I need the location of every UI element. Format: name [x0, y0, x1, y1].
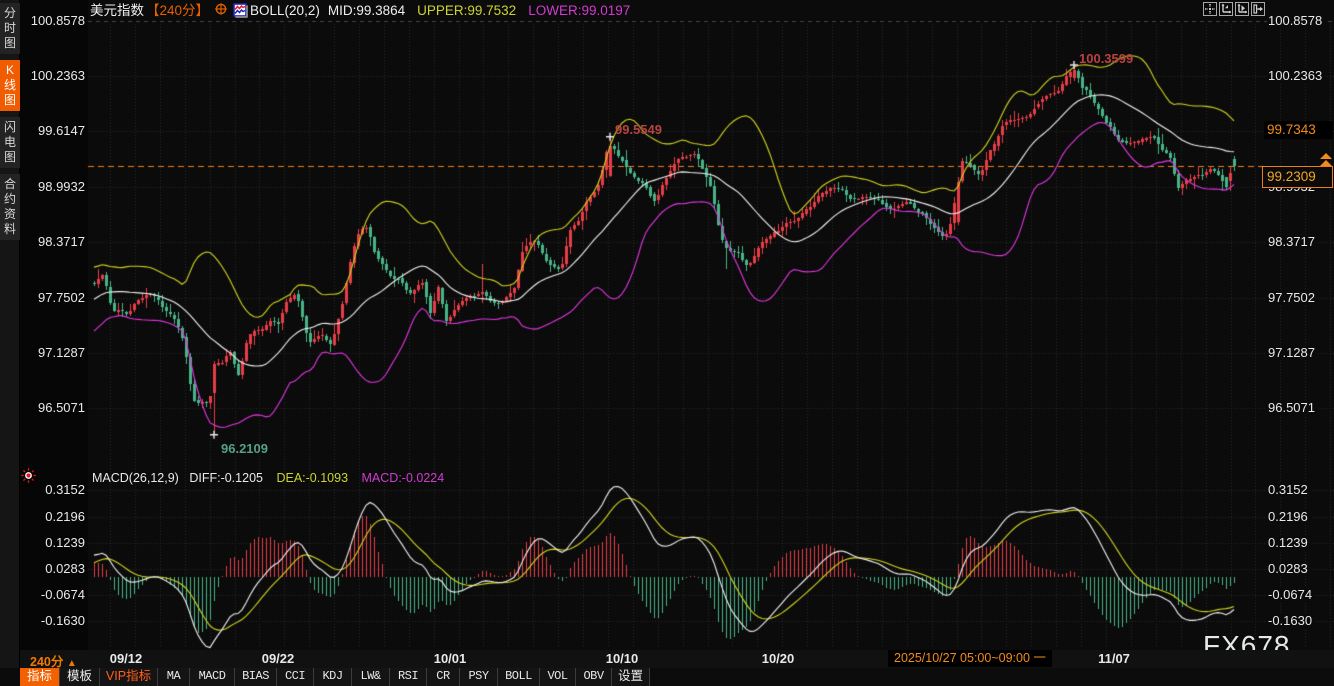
- time-tick-label: 09/12: [110, 651, 143, 666]
- price-tick-label: 98.3717: [19, 235, 85, 249]
- time-tick-label: 11/07: [1098, 651, 1130, 666]
- time-tick-label: 10/10: [606, 651, 639, 666]
- time-tick-label: 10/20: [762, 651, 795, 666]
- price-tick-label: 97.7502: [1267, 291, 1318, 305]
- study-label: BOLL(20,2): [250, 3, 320, 18]
- price-tick-label: 98.9932: [19, 180, 85, 194]
- price-tick-label: 97.1287: [19, 346, 85, 360]
- sidebar-tab-char: 图: [0, 93, 20, 108]
- macd-tick-label: 0.1239: [1267, 536, 1311, 550]
- toolbar-button-boll[interactable]: BOLL: [498, 668, 540, 686]
- sidebar-tab-char: 图: [0, 150, 20, 165]
- sidebar-tab-flash-chart[interactable]: 闪电图: [0, 117, 20, 168]
- swing-high-label-2: 100.3599: [1079, 51, 1133, 66]
- sidebar-tab-char: 图: [0, 36, 20, 51]
- macd-name: MACD(26,12,9): [92, 471, 179, 485]
- price-tick-label: 100.2363: [1267, 69, 1325, 83]
- macd-dea-value: DEA:-0.1093: [276, 471, 348, 485]
- candlestick-chart-canvas[interactable]: [0, 0, 1334, 686]
- sidebar-tab-char: 合: [0, 177, 20, 192]
- price-tick-label: 100.2363: [19, 69, 85, 83]
- crosshair-datetime-readout: 2025/10/27 05:00~09:00 一: [888, 650, 1052, 667]
- macd-tick-label: -0.0674: [1267, 588, 1315, 602]
- toolbar-button-bias[interactable]: BIAS: [235, 668, 277, 686]
- swing-low-label: 96.2109: [221, 441, 268, 456]
- chart-type-sidebar: 分时图K线图闪电图合约资料: [0, 0, 20, 668]
- toolbar-button-macd[interactable]: MACD: [190, 668, 235, 686]
- price-tick-label: 97.1287: [1267, 346, 1318, 360]
- macd-tick-label: 0.0283: [19, 562, 85, 576]
- sidebar-tab-char: 电: [0, 135, 20, 150]
- macd-header: MACD(26,12,9) DIFF:-0.1205 DEA:-0.1093 M…: [92, 471, 444, 485]
- boll-mid-value: MID:99.3864: [328, 3, 405, 18]
- toolbar-button-psy[interactable]: PSY: [460, 668, 498, 686]
- sidebar-tab-char: 线: [0, 78, 20, 93]
- time-axis-row: 240分 ▲ 09/1209/2210/0110/1010/2011/07 20…: [20, 650, 1334, 668]
- macd-diff-value: DIFF:-0.1205: [189, 471, 263, 485]
- period-label-text: 240分: [30, 655, 63, 669]
- toolbar-button-obv[interactable]: OBV: [576, 668, 612, 686]
- toolbar-button-[interactable]: 模板: [60, 668, 100, 686]
- price-tick-label: 97.7502: [19, 291, 85, 305]
- macd-tick-label: 0.3152: [1267, 483, 1311, 497]
- sidebar-tab-char: K: [0, 63, 20, 78]
- toolbar-button-vol[interactable]: VOL: [540, 668, 576, 686]
- toolbar-button-[interactable]: 设置: [612, 668, 650, 686]
- zoom-in-x-icon[interactable]: [1235, 2, 1249, 16]
- toolbar-button-lw[interactable]: LW&: [352, 668, 390, 686]
- sidebar-tab-candlestick-chart[interactable]: K线图: [0, 60, 20, 111]
- sidebar-tab-char: 闪: [0, 120, 20, 135]
- toolbar-button-[interactable]: 指标: [20, 668, 60, 686]
- upper-band-price-badge: 99.7343: [1264, 121, 1333, 139]
- crosshair-tool-icon[interactable]: [1203, 2, 1217, 16]
- boll-lower-value: LOWER:99.0197: [528, 3, 630, 18]
- period-badge: 【240分】: [146, 3, 209, 18]
- toolbar-button-rsi[interactable]: RSI: [390, 668, 427, 686]
- toolbar-button-cr[interactable]: CR: [427, 668, 460, 686]
- mini-chart-icon[interactable]: [233, 3, 248, 22]
- toolbar-button-vip[interactable]: VIP指标: [100, 668, 158, 686]
- chart-title-bar: 美元指数【240分】 BOLL(20,2) MID:99.3864 UPPER:99.…: [90, 3, 630, 19]
- price-tick-label: 96.5071: [19, 401, 85, 415]
- sidebar-tab-time-chart[interactable]: 分时图: [0, 3, 20, 54]
- hotspot-sun-icon[interactable]: [21, 468, 36, 488]
- target-icon[interactable]: [215, 3, 227, 19]
- symbol-name: 美元指数: [90, 3, 144, 18]
- price-tick-label: 100.8578: [1267, 14, 1325, 28]
- go-to-latest-icon[interactable]: [1251, 2, 1265, 16]
- sidebar-tab-char: 资: [0, 207, 20, 222]
- sidebar-tab-char: 时: [0, 21, 20, 36]
- toolbar-button-kdj[interactable]: KDJ: [314, 668, 352, 686]
- sidebar-tab-contract-info[interactable]: 合约资料: [0, 174, 20, 240]
- sidebar-tab-char: 料: [0, 222, 20, 237]
- price-tick-label: 96.5071: [1267, 401, 1318, 415]
- macd-bar-value: MACD:-0.0224: [362, 471, 445, 485]
- macd-tick-label: -0.1630: [1267, 614, 1315, 628]
- sidebar-tab-char: 分: [0, 6, 20, 21]
- macd-tick-label: -0.0674: [19, 588, 85, 602]
- chart-application: 分时图K线图闪电图合约资料 美元指数【240分】BOLL(20,2)MID:99…: [0, 0, 1334, 686]
- time-tick-label: 09/22: [262, 651, 295, 666]
- boll-upper-value: UPPER:99.7532: [417, 3, 516, 18]
- swing-high-label-1: 99.5549: [615, 122, 662, 137]
- chart-window-controls: [1203, 2, 1265, 16]
- price-up-arrows-icon: [1319, 153, 1333, 174]
- macd-tick-label: 0.0283: [1267, 562, 1311, 576]
- macd-tick-label: 0.1239: [19, 536, 85, 550]
- price-tick-label: 99.6147: [19, 124, 85, 138]
- price-tick-label: 100.8578: [19, 14, 85, 28]
- macd-tick-label: -0.1630: [19, 614, 85, 628]
- sidebar-tab-char: 约: [0, 192, 20, 207]
- toolbar-button-cci[interactable]: CCI: [277, 668, 314, 686]
- toolbar-button-ma[interactable]: MA: [158, 668, 190, 686]
- price-tick-label: 98.3717: [1267, 235, 1318, 249]
- zoom-out-x-icon[interactable]: [1219, 2, 1233, 16]
- macd-tick-label: 0.2196: [1267, 510, 1311, 524]
- macd-tick-label: 0.2196: [19, 510, 85, 524]
- indicator-toolbar: 指标模板VIP指标MAMACDBIASCCIKDJLW&RSICRPSYBOLL…: [20, 668, 1334, 686]
- time-tick-label: 10/01: [434, 651, 467, 666]
